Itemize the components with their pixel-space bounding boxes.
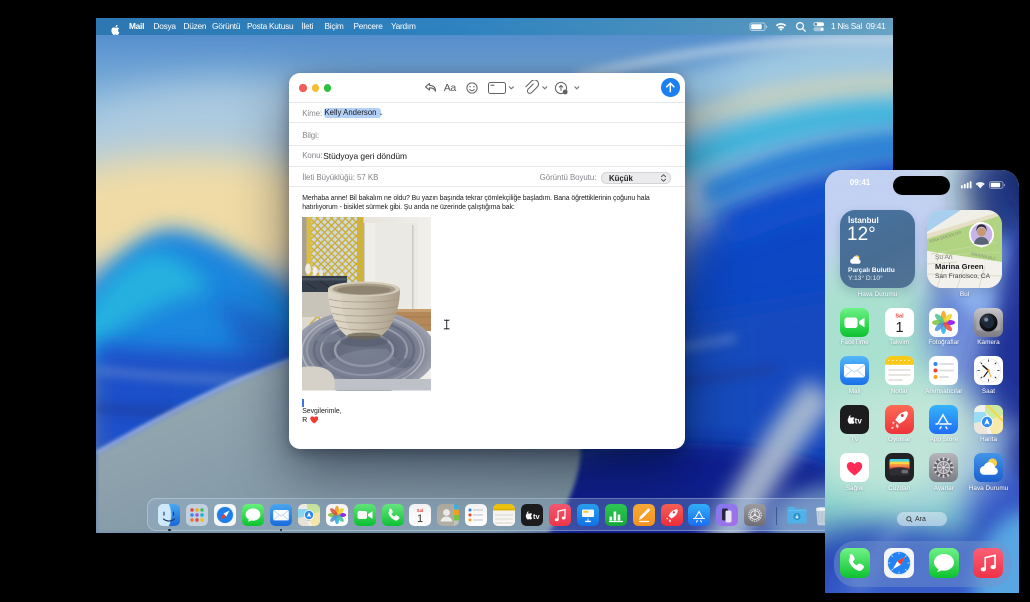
svg-text:1: 1 — [895, 320, 903, 336]
svg-text:San Francisco, CA: San Francisco, CA — [935, 273, 991, 280]
svg-text:tv: tv — [533, 512, 540, 521]
svg-text:tv: tv — [855, 416, 863, 425]
svg-text:Şu An: Şu An — [935, 254, 953, 261]
svg-text:1: 1 — [417, 513, 423, 525]
svg-text:Marina Green: Marina Green — [935, 262, 984, 271]
svg-text:Sal: Sal — [895, 313, 904, 319]
